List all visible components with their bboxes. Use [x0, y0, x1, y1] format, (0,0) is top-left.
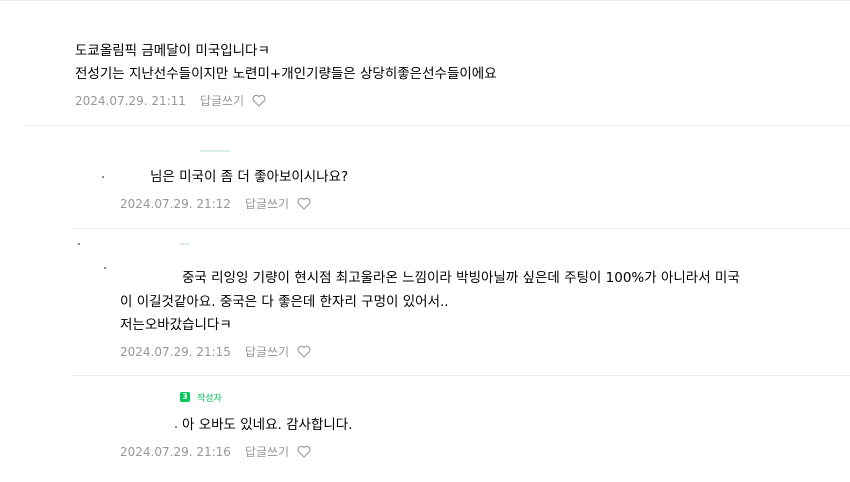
comment-text-line: 님은 미국이 좀 더 좋아보이시나요? [150, 169, 349, 185]
author-badge: 3 [180, 392, 190, 402]
comment-text-line: 중국 리잉잉 기량이 현시점 최고울라온 느낌이라 박빙아닐까 싶은데 주팅이 … [182, 270, 740, 286]
divider [0, 0, 850, 1]
comment-text-line: 저는오바갔습니다ㅋ [120, 317, 232, 333]
heart-outline-icon[interactable] [297, 345, 311, 358]
heart-outline-icon[interactable] [297, 197, 311, 210]
comment-text-line: 이 이길것같아요. 중국은 다 좋은데 한자리 구멍이 있어서.. [120, 294, 449, 310]
divider [25, 125, 850, 126]
avatar [78, 243, 80, 245]
comment-text-line: 도쿄올림픽 금메달이 미국입니다ㅋ [75, 43, 270, 59]
reply-button[interactable]: 답글쓰기 [245, 343, 289, 360]
comment-text-line: 아 오바도 있네요. 감사합니다. [182, 417, 353, 433]
heart-outline-icon[interactable] [297, 445, 311, 458]
comment-meta: 2024.07.29. 21:11 답글쓰기 [75, 92, 266, 109]
reply-button[interactable]: 답글쓰기 [245, 195, 289, 212]
comment-meta: 2024.07.29. 21:16 답글쓰기 [120, 443, 311, 460]
reply-button[interactable]: 답글쓰기 [200, 92, 244, 109]
comment-date: 2024.07.29. 21:11 [75, 93, 186, 108]
avatar [175, 426, 177, 428]
divider [72, 228, 850, 229]
avatar [104, 267, 106, 269]
comment-meta: 2024.07.29. 21:15 답글쓰기 [120, 343, 311, 360]
comment-date: 2024.07.29. 21:15 [120, 344, 231, 359]
comment-meta: 2024.07.29. 21:12 답글쓰기 [120, 195, 311, 212]
heart-outline-icon[interactable] [252, 94, 266, 107]
avatar [180, 243, 190, 245]
comment-date: 2024.07.29. 21:16 [120, 444, 231, 459]
reply-button[interactable]: 답글쓰기 [245, 443, 289, 460]
divider [72, 375, 850, 376]
avatar [102, 176, 104, 178]
comment-date: 2024.07.29. 21:12 [120, 196, 231, 211]
author-tag: 작성자 [197, 394, 222, 404]
comment-text-line: 전성기는 지난선수들이지만 노련미+개인기량들은 상당히좋은선수들이에요 [75, 66, 497, 82]
avatar [200, 150, 230, 152]
